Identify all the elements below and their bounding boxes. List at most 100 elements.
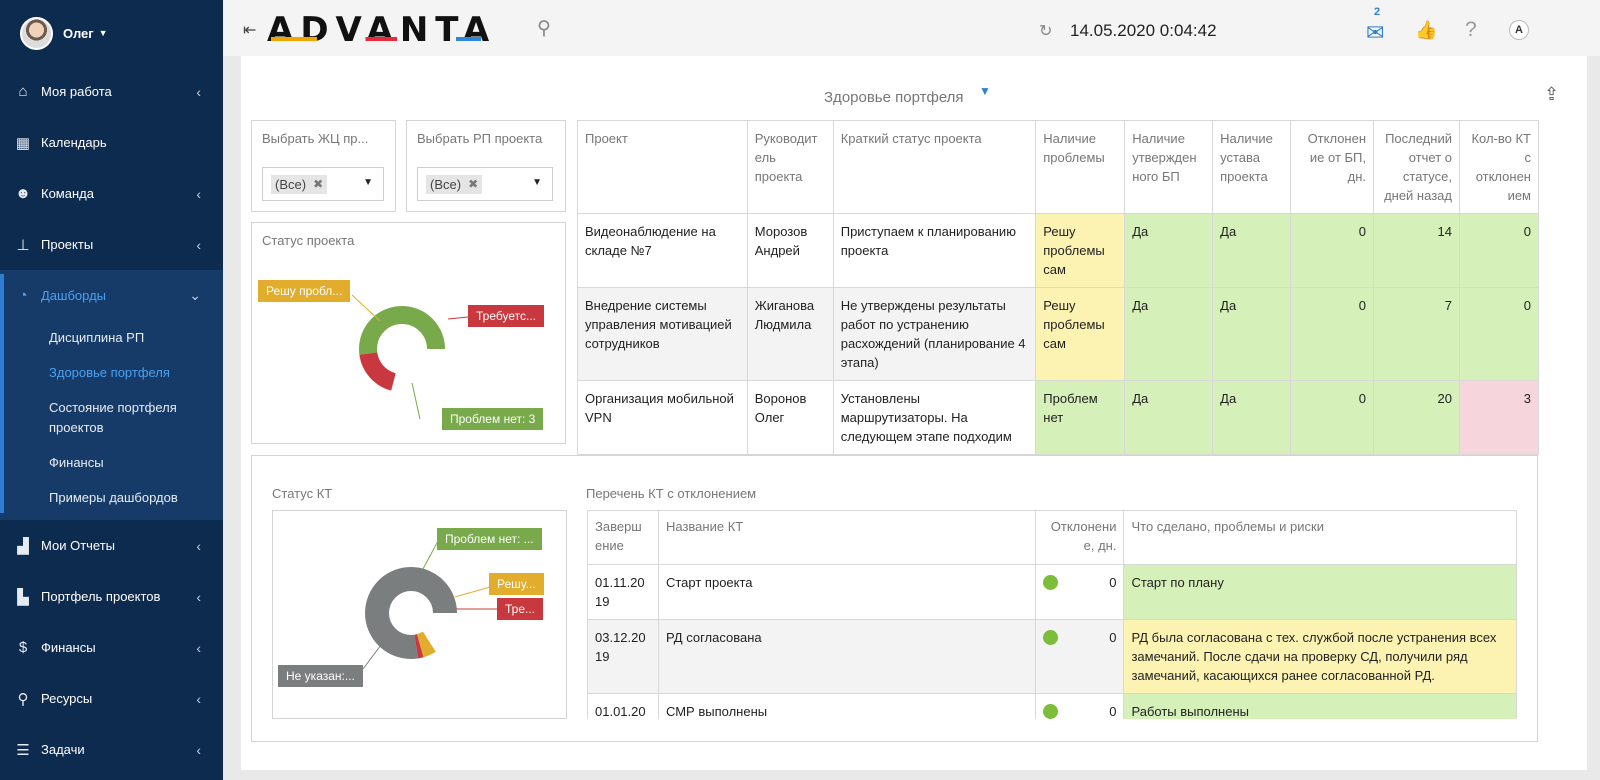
column-header[interactable]: Название КТ <box>657 510 1037 565</box>
kt-notes: Работы выполнены <box>1123 693 1517 719</box>
table-row[interactable]: Внедрение системы управления мотивацией … <box>577 287 1540 381</box>
chevron-down-icon[interactable]: ▼ <box>532 177 542 188</box>
home-icon: ⌂ <box>18 83 28 100</box>
donut-slice-grey[interactable] <box>365 567 457 659</box>
table-row[interactable]: 03.12.20 19 РД согласована 0 РД была сог… <box>587 619 1517 694</box>
kt-name[interactable]: СМР выполнены <box>657 693 1037 719</box>
kt-notes: РД была согласована с тех. службой после… <box>1123 619 1517 694</box>
manager-select[interactable]: (Все) ✖ ▼ <box>417 167 553 201</box>
chevron-left-icon: ‹ <box>196 690 201 707</box>
sidebar-item-team[interactable]: ☻ Команда ‹ <box>0 168 223 219</box>
page-title: Здоровье портфеля <box>824 89 964 106</box>
column-header[interactable]: Отклонен ие от БП, дн. <box>1290 120 1375 214</box>
column-header[interactable]: Руководит ель проекта <box>746 120 834 214</box>
project-name[interactable]: Организация мобильной VPN <box>577 380 748 455</box>
table-row[interactable]: 01.11.20 19 Старт проекта 0 Старт по пла… <box>587 564 1517 620</box>
project-name[interactable]: Видеонаблюдение на складе №7 <box>577 213 748 288</box>
approved-bp-cell: Да <box>1124 380 1214 455</box>
table-row[interactable]: Видеонаблюдение на складе №7 Морозов Анд… <box>577 213 1540 288</box>
column-header[interactable]: Последний отчет о статусе, дней назад <box>1373 120 1460 214</box>
problem-cell: Решу проблемы сам <box>1035 287 1126 381</box>
sidebar-item-label: Проекты <box>41 237 94 252</box>
sidebar-item-my-reports[interactable]: ▟ Мои Отчеты ‹ <box>0 520 223 571</box>
table-row[interactable]: 01.01.20 СМР выполнены 0 Работы выполнен… <box>587 693 1517 719</box>
kt-name[interactable]: Старт проекта <box>657 564 1037 620</box>
chevron-down-icon: ⌄ <box>189 287 201 303</box>
calendar-icon: ▦ <box>15 134 31 152</box>
donut-label-grey: Не указан:... <box>278 665 363 687</box>
sidebar-item-label: Финансы <box>41 640 96 655</box>
column-header[interactable]: Кол-во КТ с отклонен ием <box>1458 120 1540 214</box>
filter-icon[interactable]: ▼ <box>979 84 991 98</box>
sidebar-subitem-examples[interactable]: Примеры дашбордов <box>0 481 223 516</box>
sidebar-item-my-work[interactable]: ⌂ Моя работа ‹ <box>0 66 223 117</box>
sidebar-item-calendar[interactable]: ▦ Календарь <box>0 117 223 168</box>
lifecycle-select[interactable]: (Все) ✖ ▼ <box>262 167 384 201</box>
sidebar-subitem-finance[interactable]: Финансы <box>0 446 223 481</box>
column-header[interactable]: Наличие проблемы <box>1035 120 1126 214</box>
column-header[interactable]: Проект <box>577 120 748 214</box>
sidebar-subitem-rp-discipline[interactable]: Дисциплина РП <box>0 321 223 356</box>
sidebar-item-portfolio[interactable]: ▙ Портфель проектов ‹ <box>0 571 223 622</box>
kt-name[interactable]: РД согласована <box>657 619 1037 694</box>
chevron-down-icon[interactable]: ▼ <box>363 177 373 188</box>
project-status-panel: Статус проекта Решу пробл... Требуетс...… <box>251 222 566 444</box>
filter-label: Выбрать ЖЦ пр... <box>262 131 369 146</box>
charter-cell: Да <box>1212 213 1292 288</box>
refresh-icon[interactable]: ↻ <box>1039 21 1052 41</box>
sidebar-item-finance[interactable]: $ Финансы ‹ <box>0 622 223 673</box>
project-manager: Морозов Андрей <box>746 213 834 288</box>
sidebar-subitem-portfolio-health[interactable]: Здоровье портфеля <box>0 356 223 391</box>
runner-icon: ⚲ <box>17 690 29 708</box>
sidebar-item-label: Задачи <box>41 742 85 757</box>
approved-bp-cell: Да <box>1124 213 1214 288</box>
close-icon[interactable]: ✖ <box>313 177 323 191</box>
filter-value: (Все) <box>275 176 307 192</box>
filter-tag: (Все) ✖ <box>426 174 483 194</box>
mail-icon[interactable]: ✉ <box>1366 20 1384 46</box>
donut-label-red: Требуетс... <box>468 305 544 327</box>
sidebar-item-resources[interactable]: ⚲ Ресурсы ‹ <box>0 673 223 724</box>
column-header[interactable]: Наличие устава проекта <box>1212 120 1292 214</box>
topbar: ⇤ ADVANTA ⚲ ↻ 14.05.2020 0:04:42 2 ✉ 👍 ?… <box>223 0 1600 56</box>
manager-filter: Выбрать РП проекта (Все) ✖ ▼ <box>406 120 566 212</box>
thumbs-up-icon[interactable]: 👍 <box>1415 20 1437 41</box>
column-header[interactable]: Что сделано, проблемы и риски <box>1123 510 1517 565</box>
chevron-left-icon: ‹ <box>196 537 201 554</box>
help-icon[interactable]: ? <box>1465 18 1477 42</box>
account-icon[interactable]: A <box>1509 20 1529 40</box>
chart-icon: ▟ <box>17 537 29 555</box>
datetime: 14.05.2020 0:04:42 <box>1070 21 1217 40</box>
kt-deviation-value: 0 <box>1109 575 1117 590</box>
chevron-left-icon: ‹ <box>196 639 201 656</box>
sidebar-item-label: Календарь <box>41 135 107 150</box>
donut-label-red: Тре... <box>497 598 544 620</box>
last-report-cell: 14 <box>1373 213 1460 288</box>
sidebar-item-dashboards[interactable]: ◔ Дашборды ⌄ <box>0 270 223 321</box>
collapse-sidebar-icon[interactable]: ⇤ <box>243 20 256 40</box>
logo[interactable]: ADVANTA <box>267 10 496 50</box>
sidebar-subitem-portfolio-state[interactable]: Состояние портфеля проектов <box>0 391 223 446</box>
export-icon[interactable]: ⇪ <box>1544 84 1559 105</box>
column-header[interactable]: Заверш ение <box>587 510 659 565</box>
chevron-down-icon: ▼ <box>98 28 108 38</box>
close-icon[interactable]: ✖ <box>468 177 478 191</box>
sidebar-item-label: Команда <box>41 186 94 201</box>
kt-date: 01.01.20 <box>587 693 659 719</box>
projects-table: Проект Руководит ель проекта Краткий ста… <box>577 120 1540 455</box>
column-header[interactable]: Краткий статус проекта <box>832 120 1037 214</box>
search-icon[interactable]: ⚲ <box>537 17 551 40</box>
project-name[interactable]: Внедрение системы управления мотивацией … <box>577 287 748 381</box>
sidebar-item-tasks[interactable]: ☰ Задачи ‹ <box>0 724 223 775</box>
sidebar-item-projects[interactable]: ⊥ Проекты ‹ <box>0 219 223 270</box>
tasks-icon: ☰ <box>16 741 30 759</box>
column-header[interactable]: Отклонени е, дн. <box>1035 510 1125 565</box>
sidebar-item-label: Ресурсы <box>41 691 93 706</box>
kt-deviation: 0 <box>1035 564 1125 620</box>
user-menu[interactable]: Олег ▼ <box>0 0 223 66</box>
column-header[interactable]: Наличие утвержден ного БП <box>1124 120 1214 214</box>
approved-bp-cell: Да <box>1124 287 1214 381</box>
sidebar: Олег ▼ ⌂ Моя работа ‹ ▦ Календарь ☻ Кома… <box>0 0 223 780</box>
table-row[interactable]: Организация мобильной VPN Воронов Олег У… <box>577 380 1540 455</box>
project-manager: Воронов Олег <box>746 380 834 455</box>
